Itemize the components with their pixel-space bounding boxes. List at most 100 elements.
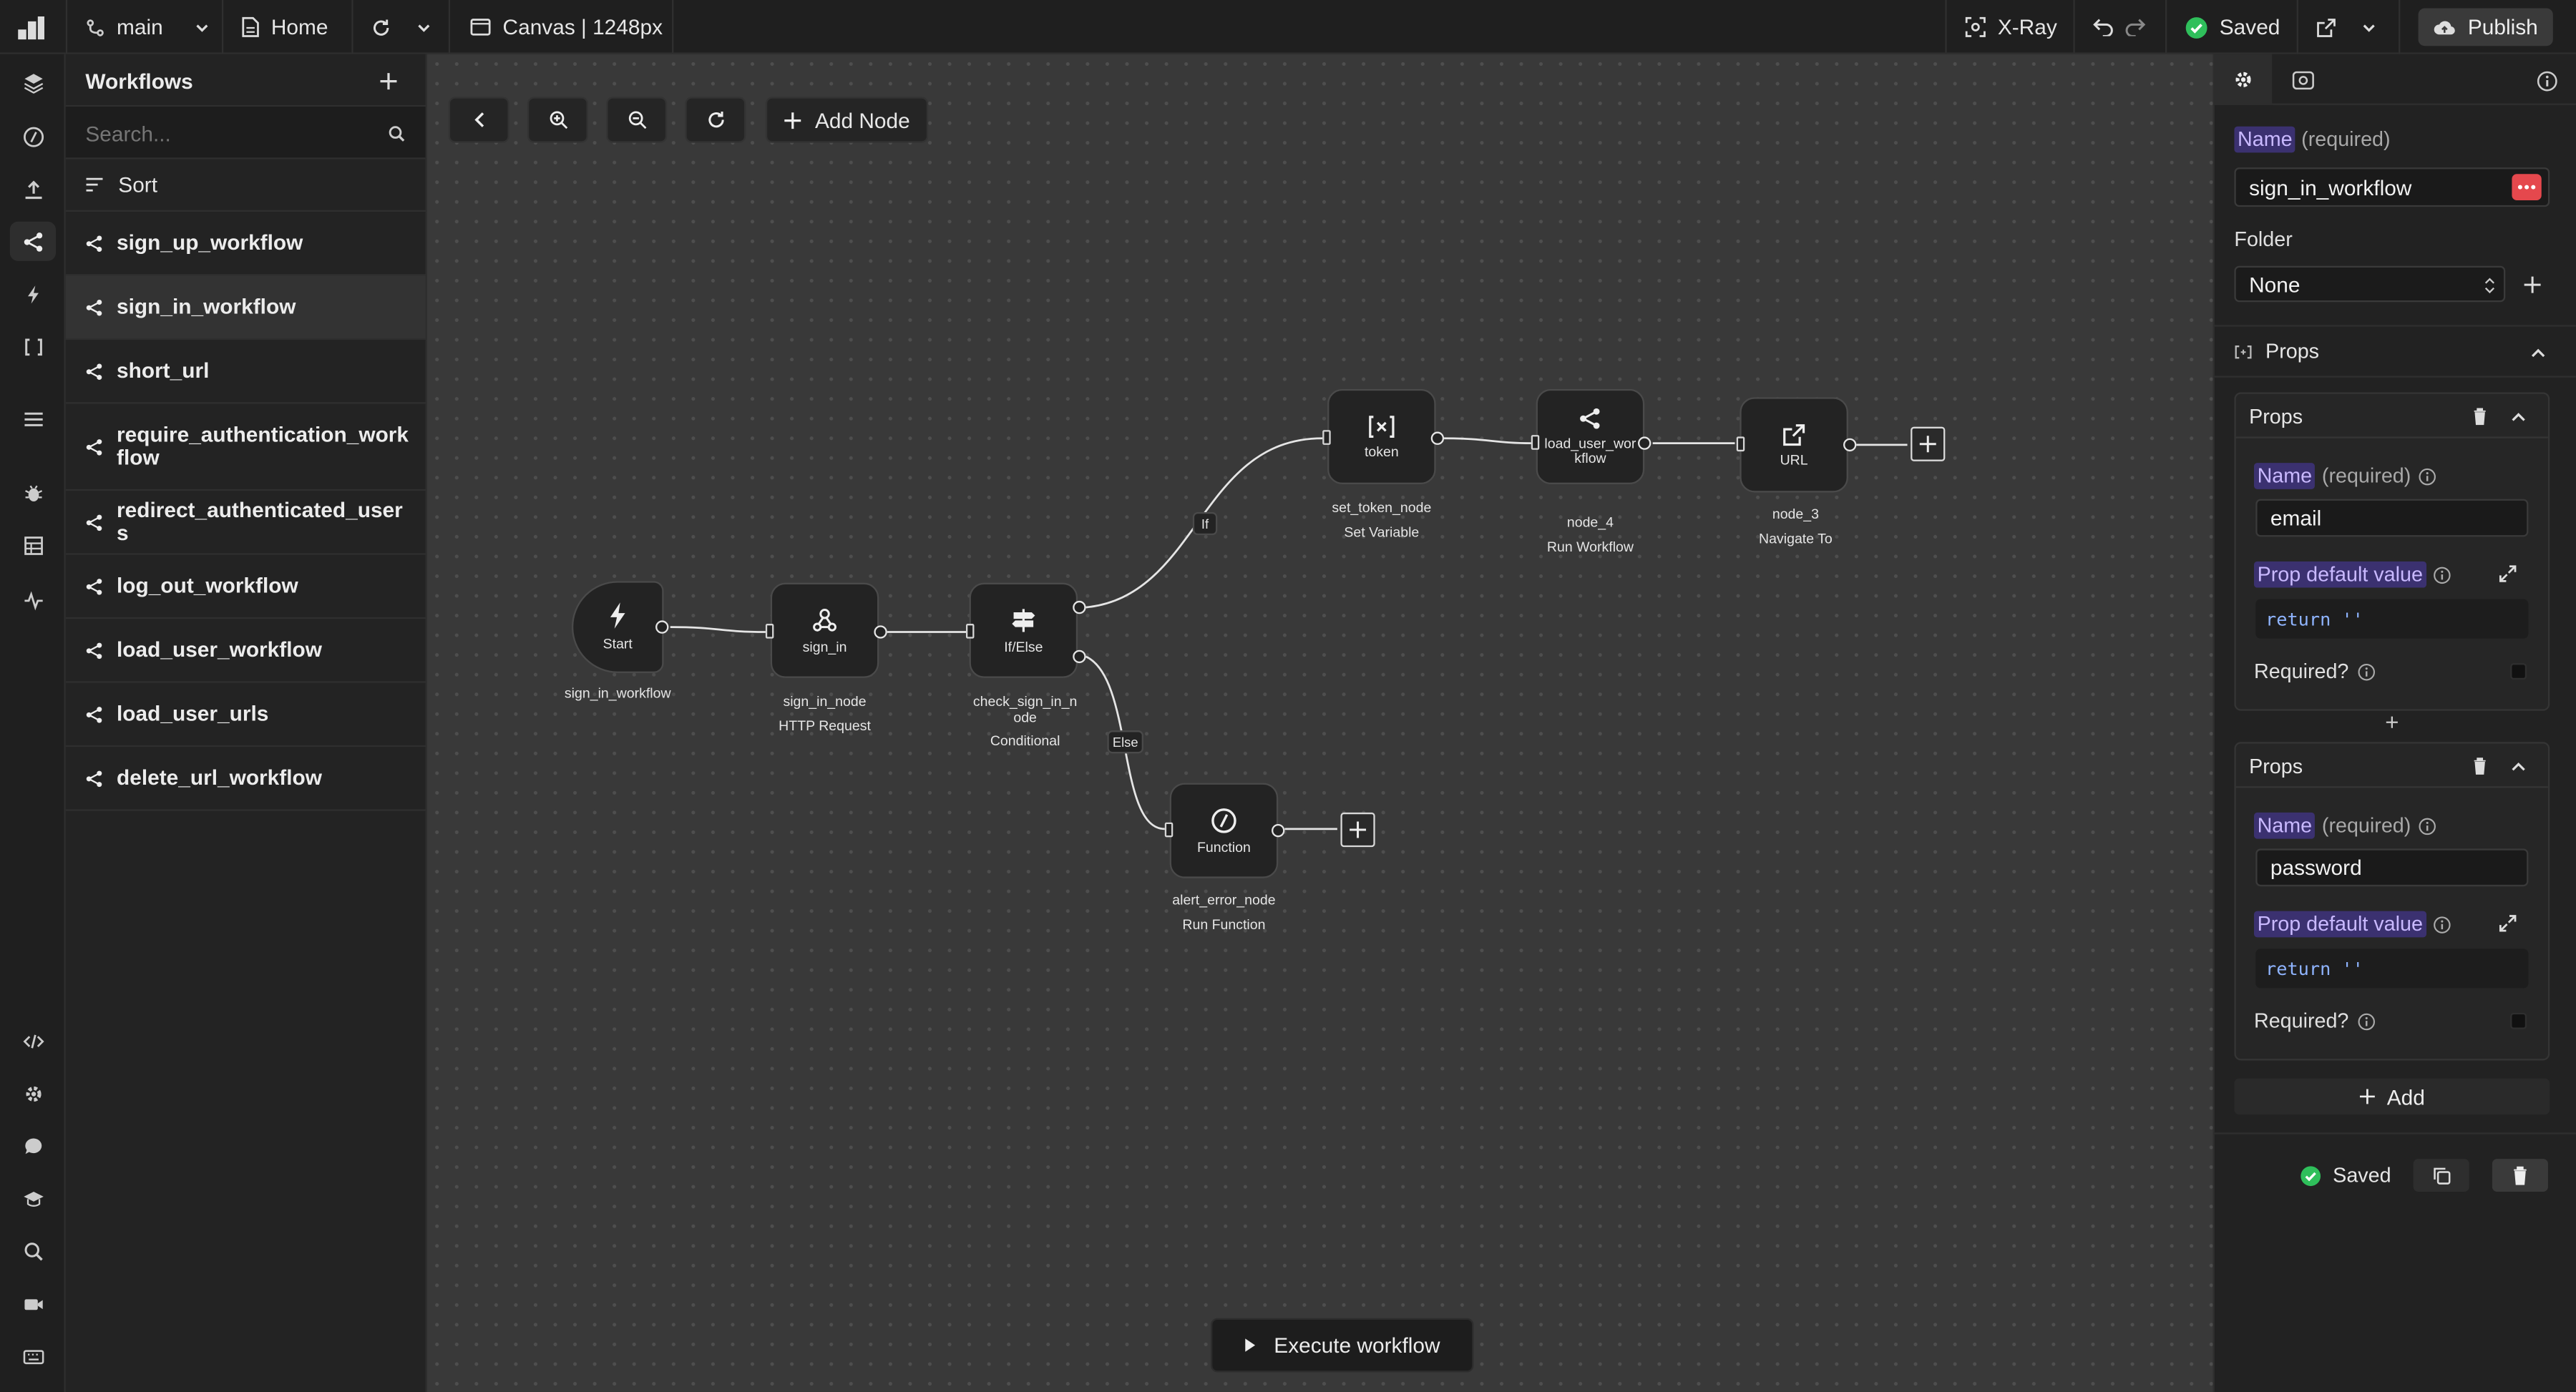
port-if-out[interactable] xyxy=(1073,600,1086,614)
add-workflow-button[interactable] xyxy=(374,67,401,94)
port-token-in[interactable] xyxy=(1322,430,1331,445)
rail-search[interactable] xyxy=(10,1231,56,1270)
node-if-else[interactable]: If/Else xyxy=(969,582,1078,678)
rail-list[interactable] xyxy=(10,399,56,438)
prop-required-checkbox[interactable] xyxy=(2510,663,2527,680)
rail-settings[interactable] xyxy=(10,1074,56,1113)
rail-table[interactable] xyxy=(10,525,56,564)
redo-button[interactable] xyxy=(2124,0,2146,54)
rail-layers[interactable] xyxy=(10,62,56,102)
tab-settings[interactable] xyxy=(2214,54,2273,105)
port-function-out[interactable] xyxy=(1272,823,1285,838)
copy-icon xyxy=(2433,1167,2450,1184)
node-load-user[interactable]: load_user_workflow xyxy=(1536,388,1645,484)
port-else-out[interactable] xyxy=(1073,650,1086,664)
rail-code[interactable] xyxy=(10,1021,56,1060)
workflow-list-item[interactable]: delete_url_workflow xyxy=(65,747,426,811)
rail-upload[interactable] xyxy=(10,169,56,208)
node-sign-in[interactable]: sign_in xyxy=(770,582,879,678)
workflow-list-item[interactable]: log_out_workflow xyxy=(65,555,426,619)
workflow-list-item[interactable]: sign_in_workflow xyxy=(65,275,426,340)
port-sign-in-out[interactable] xyxy=(874,625,887,639)
plus-icon xyxy=(2386,716,2398,728)
execute-workflow-button[interactable]: Execute workflow xyxy=(1211,1318,1474,1373)
add-prop-button[interactable]: Add xyxy=(2234,1078,2550,1115)
edge-token-loaduser xyxy=(1444,437,1531,444)
prop-default-code[interactable]: return '' xyxy=(2255,949,2529,989)
port-load-user-out[interactable] xyxy=(1638,436,1652,450)
port-token-out[interactable] xyxy=(1430,431,1445,445)
port-load-user-in[interactable] xyxy=(1531,435,1540,450)
rail-actions[interactable] xyxy=(10,274,56,313)
chevron-up-icon[interactable] xyxy=(2510,411,2527,423)
undo-button[interactable] xyxy=(2093,0,2114,54)
rail-keyboard[interactable] xyxy=(10,1336,56,1376)
delete-workflow-button[interactable] xyxy=(2492,1159,2548,1192)
node-token[interactable]: token xyxy=(1327,388,1436,484)
app-logo[interactable] xyxy=(16,0,46,54)
canvas-size-selector[interactable]: Canvas | 1248px xyxy=(470,0,663,54)
prop-default-code[interactable]: return '' xyxy=(2255,599,2529,639)
add-folder-button[interactable] xyxy=(2520,273,2543,295)
rail-functions[interactable] xyxy=(10,117,56,156)
expand-icon[interactable] xyxy=(2499,914,2517,932)
rail-chat[interactable] xyxy=(10,1126,56,1165)
workflow-list-item[interactable]: sign_up_workflow xyxy=(65,212,426,276)
rail-workflows[interactable] xyxy=(9,221,57,261)
prop-name-label: Name xyxy=(2253,812,2316,839)
workflow-list-item[interactable]: short_url xyxy=(65,340,426,404)
open-external-button[interactable] xyxy=(2316,0,2377,54)
rail-variables[interactable] xyxy=(10,327,56,366)
workflow-name-input[interactable]: sign_in_workflow xyxy=(2234,167,2550,207)
rail-debug[interactable] xyxy=(10,473,56,512)
workflow-list-item[interactable]: require_authentication_workflow xyxy=(65,404,426,491)
info-icon xyxy=(2433,916,2451,933)
folder-select[interactable]: None xyxy=(2234,265,2506,303)
sort-button[interactable]: Sort xyxy=(65,160,426,212)
page-selector[interactable]: Home xyxy=(241,0,328,54)
workflow-search[interactable] xyxy=(65,107,426,160)
node-url[interactable]: URL xyxy=(1740,397,1848,493)
prop-name-input[interactable]: password xyxy=(2255,848,2529,887)
node-function[interactable]: Function xyxy=(1169,783,1279,878)
expand-icon[interactable] xyxy=(2499,564,2517,582)
info-button[interactable] xyxy=(2533,67,2560,94)
rail-video[interactable] xyxy=(10,1284,56,1323)
trash-icon[interactable] xyxy=(2472,757,2487,775)
tab-preview[interactable] xyxy=(2287,54,2320,105)
trash-icon[interactable] xyxy=(2472,407,2487,426)
node-sign-in-caption: sign_in_node xyxy=(783,692,867,710)
workflow-canvas[interactable]: Add Node If Else Start sign_in_workflow … xyxy=(426,54,2213,1392)
add-after-url-button[interactable] xyxy=(1911,426,1946,461)
port-function-in[interactable] xyxy=(1164,822,1174,838)
branch-selector[interactable]: main xyxy=(85,0,210,54)
lightning-icon xyxy=(610,602,625,629)
xray-button[interactable]: X-Ray xyxy=(1965,0,2057,54)
workflow-list-item[interactable]: load_user_workflow xyxy=(65,619,426,683)
port-if-else-in[interactable] xyxy=(965,624,975,639)
prop-default-label: Prop default value xyxy=(2253,561,2426,588)
port-url-in[interactable] xyxy=(1736,436,1745,452)
rail-learn[interactable] xyxy=(10,1179,56,1218)
workflow-list-item[interactable]: load_user_urls xyxy=(65,683,426,748)
prop-name-required: (required) xyxy=(2321,464,2411,488)
node-start[interactable]: Start xyxy=(571,581,664,673)
publish-button[interactable]: Publish xyxy=(2418,8,2553,46)
prop-name-value: email xyxy=(2270,505,2322,531)
add-after-function-button[interactable] xyxy=(1340,812,1375,848)
refresh-menu[interactable] xyxy=(371,0,432,54)
insert-prop-button[interactable] xyxy=(2384,714,2400,730)
port-start-out[interactable] xyxy=(655,620,669,634)
workflow-list-item[interactable]: redirect_authenticated_users xyxy=(65,491,426,555)
port-sign-in-in[interactable] xyxy=(765,624,774,639)
prop-name-input[interactable]: email xyxy=(2255,499,2529,537)
chevron-up-icon[interactable] xyxy=(2510,760,2527,773)
rail-analytics[interactable] xyxy=(10,579,56,619)
prop-required-checkbox[interactable] xyxy=(2510,1012,2527,1029)
props-section-header[interactable]: Props xyxy=(2214,325,2576,378)
duplicate-button[interactable] xyxy=(2413,1159,2469,1192)
workflow-icon xyxy=(23,232,42,251)
more-options-button[interactable] xyxy=(2512,174,2542,200)
workflow-search-input[interactable] xyxy=(85,118,365,148)
port-url-out[interactable] xyxy=(1843,438,1857,452)
